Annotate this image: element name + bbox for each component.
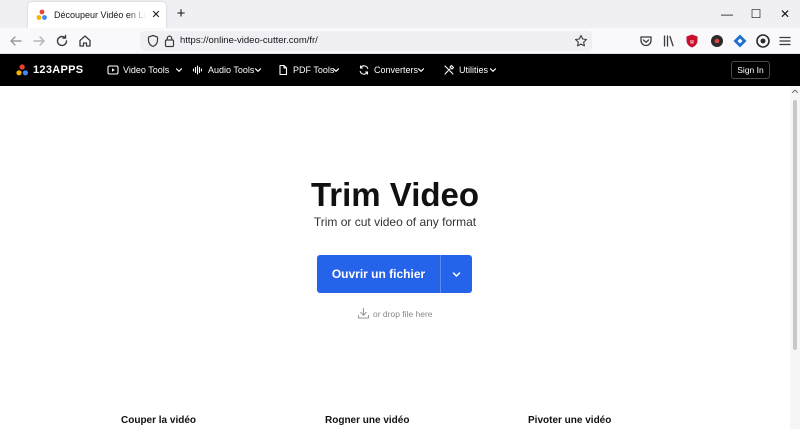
open-file-button-group: Ouvrir un fichier — [317, 255, 472, 293]
drop-zone[interactable]: or drop file here — [357, 307, 437, 321]
feature-trim-video[interactable]: Couper la vidéo — [121, 414, 196, 428]
minimize-button[interactable]: — — [712, 4, 742, 24]
pdf-icon — [279, 64, 288, 76]
chevron-down-icon — [175, 68, 183, 72]
library-icon[interactable] — [661, 33, 677, 49]
url-text[interactable]: https://online-video-cutter.com/fr/ — [180, 34, 318, 48]
ublock-extension-icon[interactable]: u — [684, 33, 700, 49]
nav-label: PDF Tools — [293, 65, 335, 75]
chevron-down-icon — [489, 68, 497, 72]
site-navbar: 123APPS Video Tools Audio Tools PDF Tool… — [0, 54, 800, 86]
new-tab-button[interactable]: + — [172, 5, 190, 23]
page-subtitle: Trim or cut video of any format — [313, 215, 477, 229]
forward-icon[interactable] — [31, 33, 47, 49]
page-scrollbar[interactable] — [790, 86, 800, 429]
nav-label: Utilities — [459, 65, 489, 75]
window-close-button[interactable]: ✕ — [770, 4, 800, 24]
chevron-down-icon — [417, 68, 425, 72]
page-title: Trim Video — [310, 176, 480, 213]
dark-extension-icon[interactable] — [709, 33, 725, 49]
browser-window: Découpeur Vidéo en Ligne - Dé ✕ + — ☐ ✕ — [0, 0, 800, 429]
account-extension-icon[interactable] — [755, 33, 771, 49]
tab-strip: Découpeur Vidéo en Ligne - Dé ✕ + — ☐ ✕ — [0, 0, 800, 28]
nav-label: Video Tools — [123, 65, 170, 75]
sign-in-button[interactable]: Sign In — [731, 61, 770, 79]
blue-extension-icon[interactable] — [732, 33, 748, 49]
maximize-button[interactable]: ☐ — [741, 4, 771, 24]
converter-icon — [359, 65, 369, 75]
chevron-down-icon — [332, 68, 340, 72]
menu-icon[interactable] — [777, 33, 793, 49]
open-file-dropdown-button[interactable] — [441, 255, 472, 293]
shield-icon[interactable] — [146, 34, 160, 48]
nav-label: Converters — [374, 65, 419, 75]
open-file-button[interactable]: Ouvrir un fichier — [317, 255, 440, 293]
video-icon — [107, 65, 119, 75]
site-logo[interactable]: 123APPS — [16, 63, 96, 77]
favicon-icon — [36, 9, 47, 20]
home-icon[interactable] — [77, 33, 93, 49]
tab-title: Découpeur Vidéo en Ligne - Dé — [54, 10, 146, 20]
tab-close-icon[interactable]: ✕ — [150, 8, 162, 22]
reload-icon[interactable] — [54, 33, 70, 49]
scroll-up-icon[interactable] — [790, 86, 800, 96]
svg-text:u: u — [690, 40, 694, 46]
logo-text: 123APPS — [33, 64, 84, 76]
browser-tab[interactable]: Découpeur Vidéo en Ligne - Dé ✕ — [28, 2, 166, 28]
tools-icon — [444, 64, 455, 75]
url-bar[interactable]: https://online-video-cutter.com/fr/ — [140, 31, 592, 51]
nav-label: Audio Tools — [208, 65, 255, 75]
chevron-down-icon — [452, 272, 461, 277]
audio-wave-icon — [192, 65, 203, 75]
download-icon — [357, 307, 370, 319]
logo-dots-icon — [16, 64, 28, 76]
pocket-icon[interactable] — [638, 33, 654, 49]
feature-crop-video[interactable]: Rogner une vidéo — [325, 414, 409, 428]
browser-toolbar: https://online-video-cutter.com/fr/ u — [0, 28, 800, 54]
scroll-thumb[interactable] — [793, 100, 797, 350]
feature-rotate-video[interactable]: Pivoter une vidéo — [528, 414, 611, 428]
drop-hint: or drop file here — [373, 309, 433, 319]
back-icon[interactable] — [8, 33, 24, 49]
bookmark-star-icon[interactable] — [574, 34, 588, 48]
lock-icon[interactable] — [163, 34, 176, 48]
chevron-down-icon — [254, 68, 262, 72]
